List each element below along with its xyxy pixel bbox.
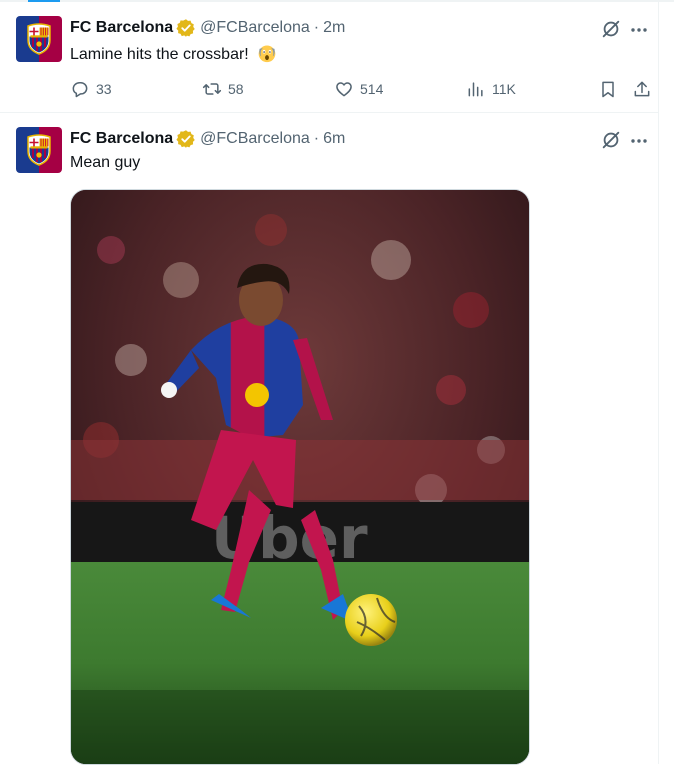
separator-dot: ·	[313, 130, 320, 147]
timestamp[interactable]: 6m	[323, 130, 345, 148]
separator-dot: ·	[313, 19, 320, 36]
tweet-header: FC Barcelona @FCBarcelona · 2m	[70, 17, 345, 39]
tweet-text: Mean guy	[70, 154, 140, 172]
retweet-icon	[202, 83, 222, 95]
like-count: 514	[360, 81, 384, 97]
timeline-right-border	[658, 0, 659, 764]
more-icon[interactable]	[628, 131, 650, 153]
tweet-photo[interactable]: Uber	[70, 189, 530, 765]
share-button[interactable]	[632, 77, 658, 101]
heart-icon	[336, 82, 352, 97]
avatar[interactable]	[16, 127, 62, 173]
tweet-text-content: Lamine hits the crossbar!	[70, 46, 249, 63]
reply-button[interactable]: 33	[70, 77, 112, 101]
photo-lamine-yamal-dribbling: Uber	[71, 190, 529, 764]
tweet-text-content: Mean guy	[70, 154, 141, 171]
barca-crest-icon	[27, 23, 51, 55]
more-icon[interactable]	[628, 20, 650, 42]
tweet-header: FC Barcelona @FCBarcelona · 6m	[70, 128, 345, 150]
avatar[interactable]	[16, 16, 62, 62]
reply-count: 33	[96, 81, 112, 97]
like-button[interactable]: 514	[334, 77, 383, 101]
share-icon	[634, 81, 650, 97]
views-icon	[468, 82, 483, 97]
tweet-actions: 33 58 514 11K	[70, 77, 656, 101]
grok-icon[interactable]	[600, 129, 622, 151]
reply-icon	[72, 82, 88, 98]
barca-crest-icon	[27, 134, 51, 166]
scream-emoji-icon	[258, 45, 276, 63]
views-count: 11K	[492, 81, 516, 97]
author-handle[interactable]: @FCBarcelona	[200, 19, 310, 37]
verified-badge-icon[interactable]	[176, 129, 196, 149]
bookmark-icon	[602, 81, 614, 98]
tweet[interactable]: FC Barcelona @FCBarcelona · 2m Lamine hi…	[0, 2, 658, 113]
author-handle[interactable]: @FCBarcelona	[200, 130, 310, 148]
tweet-text: Lamine hits the crossbar!	[70, 43, 277, 64]
retweet-button[interactable]: 58	[202, 77, 244, 101]
grok-icon[interactable]	[600, 18, 622, 40]
author-name[interactable]: FC Barcelona	[70, 19, 173, 37]
tweet[interactable]: FC Barcelona @FCBarcelona · 6m Mean guy	[0, 113, 658, 765]
retweet-count: 58	[228, 81, 244, 97]
author-name[interactable]: FC Barcelona	[70, 130, 173, 148]
verified-badge-icon[interactable]	[176, 18, 196, 38]
views-button[interactable]: 11K	[466, 77, 516, 101]
bookmark-button[interactable]	[598, 77, 624, 101]
timestamp[interactable]: 2m	[323, 19, 345, 37]
